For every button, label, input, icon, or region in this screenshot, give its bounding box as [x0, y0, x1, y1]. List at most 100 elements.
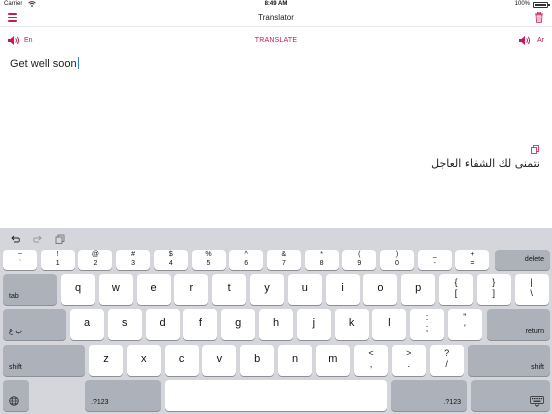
space-bar[interactable]: [165, 380, 387, 411]
undo-icon[interactable]: [10, 234, 20, 244]
key-symbol: 0: [395, 260, 399, 267]
symbol-key[interactable]: {[: [439, 274, 473, 305]
key-shift-symbol: *: [320, 251, 323, 258]
language-switch-key[interactable]: ب ع: [3, 309, 66, 340]
key-letter: a: [83, 317, 91, 329]
letter-key[interactable]: j: [296, 309, 331, 340]
key-symbol: 4: [168, 260, 173, 267]
keyboard-dismiss-key[interactable]: [471, 380, 550, 411]
keyboard-dismiss-icon: [530, 396, 544, 407]
key-shift-symbol: +: [470, 251, 475, 258]
paste-icon[interactable]: [55, 234, 65, 244]
key-symbol: 9: [357, 260, 362, 267]
symbol-key[interactable]: >.: [391, 345, 426, 376]
letter-key[interactable]: f: [183, 309, 218, 340]
letter-key[interactable]: x: [126, 345, 161, 376]
key-symbol: `: [18, 260, 22, 267]
tab-key[interactable]: tab: [3, 274, 57, 305]
letter-key[interactable]: h: [259, 309, 293, 340]
source-text: Get well soon: [10, 58, 77, 70]
number-row-key[interactable]: ) 0: [380, 250, 414, 270]
letter-key[interactable]: n: [278, 345, 312, 376]
numbers-key-left[interactable]: .?123: [85, 380, 161, 411]
key-letter: w: [111, 282, 120, 294]
key-symbol: 2: [93, 260, 98, 267]
key-letter: e: [150, 282, 157, 294]
number-row-key[interactable]: + =: [455, 250, 490, 270]
key-symbol: ;: [425, 323, 429, 333]
speaker-icon[interactable]: [518, 35, 532, 46]
globe-icon: [9, 396, 19, 406]
shift-key-label: shift: [531, 364, 544, 371]
letter-key[interactable]: t: [212, 274, 247, 305]
copy-icon[interactable]: [531, 145, 539, 154]
number-row-key[interactable]: * 8: [304, 250, 339, 270]
letter-key[interactable]: p: [401, 274, 436, 305]
symbol-key[interactable]: " ': [447, 309, 482, 340]
delete-key[interactable]: delete: [495, 250, 550, 270]
translated-text: نتمنى لك الشفاء العاجل: [431, 157, 540, 170]
symbol-key[interactable]: ? /: [429, 345, 464, 376]
number-row-key[interactable]: #3: [116, 250, 151, 270]
letter-key[interactable]: u: [287, 274, 322, 305]
key-letter: m: [328, 353, 338, 365]
number-row-key[interactable]: % 5: [191, 250, 226, 270]
shift-key-right[interactable]: shift: [468, 345, 550, 376]
letter-key[interactable]: l: [372, 309, 407, 340]
symbol-key[interactable]: | \: [514, 274, 549, 305]
key-shift-symbol: ?: [444, 348, 450, 358]
number-row-key[interactable]: (9: [342, 250, 377, 270]
letter-key[interactable]: y: [250, 274, 284, 305]
text-caret: [77, 57, 79, 69]
key-shift-symbol: #: [131, 251, 136, 258]
letter-key[interactable]: a: [70, 309, 104, 340]
symbol-key[interactable]: <,: [354, 345, 388, 376]
number-row-key[interactable]: ~ `: [3, 250, 37, 270]
source-text-input[interactable]: Get well soon: [10, 57, 79, 70]
symbol-key[interactable]: :;: [410, 309, 444, 340]
delete-key-label: delete: [524, 256, 544, 263]
number-row-key[interactable]: @2: [78, 250, 113, 270]
letter-key[interactable]: o: [363, 274, 398, 305]
numbers-key-right[interactable]: .?123: [391, 380, 467, 411]
globe-key[interactable]: [3, 380, 29, 411]
key-letter: d: [159, 317, 166, 329]
letter-key[interactable]: m: [315, 345, 350, 376]
key-shift-symbol: @: [91, 251, 99, 258]
key-symbol: ]: [492, 288, 496, 298]
number-row-key[interactable]: _ -: [417, 250, 452, 270]
key-shift-symbol: ~: [17, 251, 23, 258]
letter-key[interactable]: k: [334, 309, 369, 340]
letter-key[interactable]: e: [136, 274, 171, 305]
letter-key[interactable]: b: [240, 345, 275, 376]
letter-key[interactable]: v: [202, 345, 237, 376]
key-letter: k: [348, 317, 355, 329]
letter-key[interactable]: r: [174, 274, 209, 305]
letter-key[interactable]: g: [221, 309, 256, 340]
number-row-key[interactable]: ! 1: [40, 250, 75, 270]
return-key[interactable]: return: [487, 309, 550, 340]
key-symbol: -: [433, 260, 436, 267]
letter-key[interactable]: z: [89, 345, 123, 376]
letter-key[interactable]: w: [98, 274, 133, 305]
number-row-key[interactable]: ^ 6: [229, 250, 264, 270]
letter-key[interactable]: s: [107, 309, 142, 340]
shift-key-left[interactable]: shift: [3, 345, 85, 376]
key-letter: j: [312, 317, 316, 329]
redo-icon[interactable]: [33, 234, 43, 244]
translate-button[interactable]: TRANSLATE: [0, 37, 552, 44]
number-row-key[interactable]: $4: [153, 250, 188, 270]
language-switch-label: ب ع: [9, 327, 22, 335]
symbol-key[interactable]: }]: [476, 274, 511, 305]
target-language-button[interactable]: Ar: [537, 37, 544, 44]
key-letter: p: [415, 282, 422, 294]
key-letter: o: [377, 282, 384, 294]
trash-icon[interactable]: [534, 12, 544, 23]
battery-percent: 100%: [514, 1, 530, 7]
key-shift-symbol: ): [395, 251, 399, 258]
letter-key[interactable]: d: [145, 309, 180, 340]
letter-key[interactable]: c: [164, 345, 199, 376]
letter-key[interactable]: i: [325, 274, 360, 305]
number-row-key[interactable]: & 7: [266, 250, 301, 270]
letter-key[interactable]: q: [61, 274, 95, 305]
